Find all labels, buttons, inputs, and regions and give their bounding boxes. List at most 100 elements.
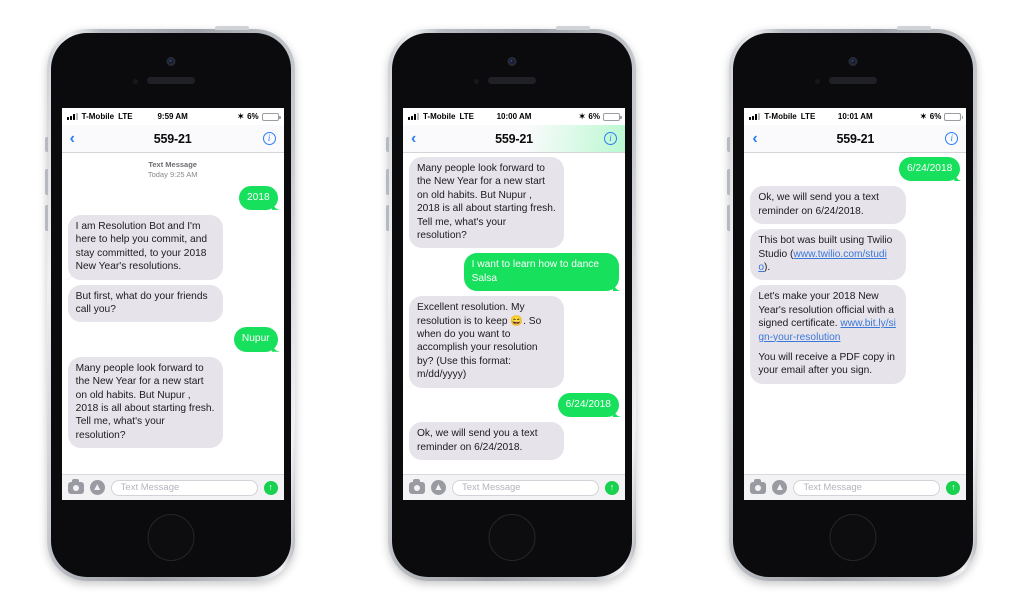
battery-percent-label: 6% — [247, 112, 259, 121]
message-link[interactable]: www.bit.ly/sign-your-resolution — [758, 318, 896, 342]
message-row: 6/24/2018 — [409, 392, 619, 418]
send-button[interactable]: ↑ — [946, 480, 961, 495]
status-left: T-Mobile LTE — [407, 112, 474, 121]
signal-strength-icon — [66, 113, 78, 120]
back-icon[interactable]: ‹ — [70, 130, 75, 147]
phone-1: T-Mobile LTE 9:59 AM ✶ 6% ‹ 559-21 i Tex… — [44, 26, 295, 581]
message-bubble-outgoing[interactable]: I want to learn how to dance Salsa — [463, 253, 619, 292]
earpiece-speaker-icon — [487, 77, 536, 84]
carrier-label: T-Mobile — [422, 112, 456, 121]
screen-1: T-Mobile LTE 9:59 AM ✶ 6% ‹ 559-21 i Tex… — [61, 108, 284, 500]
volume-up-button[interactable] — [727, 169, 731, 195]
message-bubble-incoming[interactable]: Many people look forward to the New Year… — [408, 157, 565, 249]
message-row: Nupur — [68, 327, 278, 352]
earpiece-speaker-icon — [146, 77, 195, 84]
silent-switch[interactable] — [44, 137, 48, 152]
network-label: LTE — [800, 112, 816, 121]
message-row: Many people look forward to the New Year… — [408, 157, 619, 249]
app-store-icon[interactable]: ▲ — [430, 480, 446, 495]
volume-up-button[interactable] — [44, 169, 48, 195]
message-input-placeholder: Text Message — [803, 482, 862, 493]
network-label: LTE — [118, 112, 133, 121]
message-list-2[interactable]: Many people look forward to the New Year… — [402, 153, 625, 474]
conversation-timestamp: Text Message Today 9:25 AM — [68, 160, 278, 180]
info-icon[interactable]: i — [262, 132, 276, 145]
home-button[interactable] — [488, 514, 536, 561]
silent-switch[interactable] — [727, 137, 731, 152]
back-icon[interactable]: ‹ — [752, 130, 757, 147]
back-icon[interactable]: ‹ — [411, 130, 416, 147]
message-row: Ok, we will send you a text reminder on … — [750, 186, 960, 225]
message-row: This bot was built using Twilio Studio (… — [750, 229, 960, 281]
message-input-field[interactable]: Text Message — [451, 479, 599, 496]
camera-icon[interactable] — [67, 479, 84, 494]
bluetooth-icon: ✶ — [920, 112, 927, 121]
battery-icon — [261, 112, 281, 121]
volume-down-button[interactable] — [44, 205, 48, 231]
send-button[interactable]: ↑ — [604, 480, 619, 495]
proximity-sensor-icon — [815, 79, 821, 84]
message-bubble-outgoing[interactable]: 6/24/2018 — [557, 392, 619, 418]
home-button[interactable] — [829, 514, 877, 561]
info-icon[interactable]: i — [603, 132, 617, 145]
message-row: But first, what do your friends call you… — [67, 284, 278, 323]
screen-2: T-Mobile LTE 10:00 AM ✶ 6% ‹ 559-21 i Ma… — [402, 108, 625, 500]
message-bubble-outgoing[interactable]: 6/24/2018 — [898, 157, 961, 182]
network-label: LTE — [459, 112, 474, 121]
message-input-field[interactable]: Text Message — [793, 479, 941, 496]
timestamp-detail: Today 9:25 AM — [147, 169, 198, 179]
home-button[interactable] — [147, 514, 195, 561]
app-store-icon[interactable]: ▲ — [772, 480, 788, 495]
conversation-title: 559-21 — [836, 131, 875, 146]
message-list-1[interactable]: Text Message Today 9:25 AM 2018 I am Res… — [61, 153, 284, 474]
info-icon[interactable]: i — [945, 132, 959, 145]
message-row: Many people look forward to the New Year… — [67, 356, 278, 449]
power-button[interactable] — [214, 26, 249, 30]
status-bar: T-Mobile LTE 10:01 AM ✶ 6% — [744, 108, 967, 125]
message-input-placeholder: Text Message — [120, 482, 180, 493]
message-input-placeholder: Text Message — [461, 482, 521, 493]
power-button[interactable] — [897, 26, 932, 30]
message-bubble-incoming[interactable]: I am Resolution Bot and I'm here to help… — [67, 214, 224, 280]
camera-icon[interactable] — [750, 479, 767, 494]
phone-body: T-Mobile LTE 9:59 AM ✶ 6% ‹ 559-21 i Tex… — [50, 33, 291, 577]
bluetooth-icon: ✶ — [578, 112, 586, 121]
message-bubble-incoming[interactable]: Ok, we will send you a text reminder on … — [408, 422, 565, 460]
volume-down-button[interactable] — [727, 205, 731, 231]
message-row: Excellent resolution. My resolution is t… — [408, 296, 619, 388]
message-bubble-incoming[interactable]: Let's make your 2018 New Year's resoluti… — [750, 285, 906, 384]
status-left: T-Mobile LTE — [749, 112, 815, 121]
proximity-sensor-icon — [473, 79, 479, 84]
power-button[interactable] — [555, 26, 590, 30]
conversation-title: 559-21 — [495, 131, 533, 146]
send-button[interactable]: ↑ — [263, 480, 278, 495]
battery-percent-label: 6% — [929, 112, 942, 121]
message-input-field[interactable]: Text Message — [110, 479, 258, 496]
message-link[interactable]: www.twilio.com/studio — [758, 249, 887, 273]
line-break — [758, 344, 897, 351]
volume-up-button[interactable] — [385, 169, 389, 195]
volume-down-button[interactable] — [385, 205, 389, 231]
message-bubble-incoming[interactable]: Ok, we will send you a text reminder on … — [750, 186, 906, 225]
silent-switch[interactable] — [385, 137, 389, 152]
phone-2: T-Mobile LTE 10:00 AM ✶ 6% ‹ 559-21 i Ma… — [385, 26, 636, 581]
signal-strength-icon — [749, 113, 761, 120]
message-bubble-outgoing[interactable]: 2018 — [238, 185, 278, 210]
signal-strength-icon — [407, 113, 419, 120]
message-list-3[interactable]: 6/24/2018 Ok, we will send you a text re… — [744, 153, 967, 474]
message-bubble-incoming[interactable]: Many people look forward to the New Year… — [67, 356, 224, 449]
camera-icon[interactable] — [408, 479, 425, 494]
bluetooth-icon: ✶ — [237, 112, 245, 121]
front-camera-icon — [848, 57, 858, 66]
message-input-bar: ▲ Text Message ↑ — [61, 474, 284, 500]
message-bubble-incoming[interactable]: This bot was built using Twilio Studio (… — [750, 229, 906, 281]
message-bubble-incoming[interactable]: But first, what do your friends call you… — [67, 284, 224, 323]
carrier-label: T-Mobile — [764, 112, 797, 121]
message-row: 6/24/2018 — [750, 157, 961, 182]
message-bubble-outgoing[interactable]: Nupur — [233, 327, 278, 352]
battery-icon — [944, 112, 964, 121]
battery-percent-label: 6% — [588, 112, 600, 121]
conversation-navbar: ‹ 559-21 i — [402, 125, 625, 153]
app-store-icon[interactable]: ▲ — [89, 480, 105, 495]
message-bubble-incoming[interactable]: Excellent resolution. My resolution is t… — [408, 296, 565, 388]
